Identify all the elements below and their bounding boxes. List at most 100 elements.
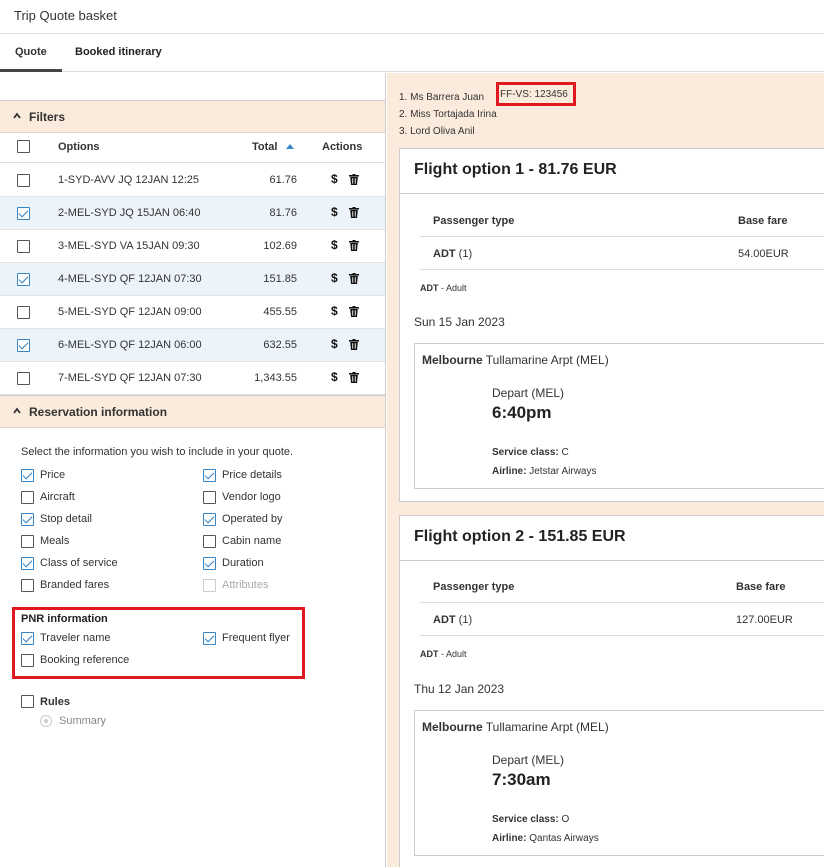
booking-reference-label: Booking reference: [40, 654, 130, 666]
column-total[interactable]: Total: [252, 141, 277, 153]
option-label: Duration: [222, 557, 264, 569]
option-name: 7-MEL-SYD QF 12JAN 07:30: [58, 372, 202, 384]
traveler-list: 1. Ms Barrera Juan 2. Miss Tortajada Iri…: [399, 89, 497, 140]
traveler-name-label: Traveler name: [40, 632, 111, 644]
flight-segment: Melbourne Tullamarine Arpt (MEL) Depart …: [414, 343, 824, 489]
option-name: 3-MEL-SYD VA 15JAN 09:30: [58, 240, 200, 252]
option-label: Cabin name: [222, 535, 282, 547]
option-name: 5-MEL-SYD QF 12JAN 09:00: [58, 306, 202, 318]
option-checkbox[interactable]: [21, 513, 34, 526]
option-checkbox[interactable]: [21, 491, 34, 504]
trash-icon[interactable]: [349, 273, 359, 284]
option-label: Vendor logo: [222, 491, 281, 503]
trash-icon[interactable]: [349, 306, 359, 317]
option-name: 2-MEL-SYD JQ 15JAN 06:40: [58, 207, 201, 219]
select-all-checkbox[interactable]: [17, 140, 30, 153]
option-checkbox[interactable]: [17, 174, 30, 187]
reservation-info-header[interactable]: Reservation information: [0, 395, 385, 428]
option-name: 6-MEL-SYD QF 12JAN 06:00: [58, 339, 202, 351]
origin-airport: Melbourne Tullamarine Arpt (MEL): [422, 353, 609, 367]
option-total: 81.76: [269, 207, 297, 219]
rules-label: Rules: [40, 696, 70, 708]
dollar-icon[interactable]: $: [331, 304, 338, 318]
summary-radio[interactable]: [40, 715, 52, 727]
options-table-header: Options Total Actions: [0, 133, 385, 163]
dollar-icon[interactable]: $: [331, 271, 338, 285]
option-label: Class of service: [40, 557, 118, 569]
traveler-name-checkbox[interactable]: [21, 632, 34, 645]
frequent-flyer-checkbox[interactable]: [203, 632, 216, 645]
dollar-icon[interactable]: $: [331, 238, 338, 252]
traveler-1: 1. Ms Barrera Juan: [399, 92, 485, 103]
option-label: Operated by: [222, 513, 283, 525]
option-name: 1-SYD-AVV JQ 12JAN 12:25: [58, 174, 200, 186]
flight-option-card: Flight option 2 - 151.85 EUR Passenger t…: [399, 515, 824, 867]
column-options[interactable]: Options: [58, 141, 100, 153]
dollar-icon[interactable]: $: [331, 337, 338, 351]
trash-icon[interactable]: [349, 240, 359, 251]
depart-label: Depart (MEL): [492, 386, 565, 400]
dollar-icon[interactable]: $: [331, 172, 338, 186]
passenger-type-note: ADT - Adult: [420, 283, 467, 293]
base-fare-value: 54.00EUR: [738, 248, 789, 260]
dollar-icon[interactable]: $: [331, 370, 338, 384]
option-checkbox[interactable]: [203, 469, 216, 482]
flight-date: Sun 15 Jan 2023: [414, 315, 505, 329]
option-checkbox[interactable]: [17, 372, 30, 385]
option-checkbox[interactable]: [21, 535, 34, 548]
option-row[interactable]: 2-MEL-SYD JQ 15JAN 06:40 81.76 $: [0, 197, 385, 230]
option-label: Stop detail: [40, 513, 92, 525]
th-base-fare: Base fare: [736, 581, 786, 593]
chevron-up-icon: [13, 112, 21, 119]
option-checkbox[interactable]: [21, 579, 34, 592]
tab-quote[interactable]: Quote: [15, 46, 47, 58]
traveler-3: 3. Lord Oliva Anil: [399, 126, 475, 137]
filters-header[interactable]: Filters: [0, 100, 385, 133]
option-checkbox[interactable]: [17, 273, 30, 286]
rules-checkbox[interactable]: [21, 695, 34, 708]
th-passenger-type: Passenger type: [433, 215, 515, 227]
trash-icon[interactable]: [349, 339, 359, 350]
depart-time: 7:30am: [492, 770, 551, 789]
reservation-info-title: Reservation information: [29, 405, 168, 419]
passenger-type-value: ADT (1): [433, 248, 473, 260]
option-checkbox[interactable]: [21, 557, 34, 570]
tab-booked-itinerary[interactable]: Booked itinerary: [75, 46, 162, 58]
option-row[interactable]: 3-MEL-SYD VA 15JAN 09:30 102.69 $: [0, 230, 385, 263]
option-total: 102.69: [263, 240, 297, 252]
title-bar: Trip Quote basket: [0, 0, 824, 34]
chevron-up-icon: [13, 407, 21, 414]
option-label: Price details: [222, 469, 282, 481]
option-checkbox[interactable]: [17, 207, 30, 220]
option-checkbox[interactable]: [17, 306, 30, 319]
flight-option-title: Flight option 1 - 81.76 EUR: [414, 161, 617, 178]
th-passenger-type: Passenger type: [433, 581, 515, 593]
option-label: Price: [40, 469, 66, 481]
option-total: 61.76: [269, 174, 297, 186]
option-row[interactable]: 7-MEL-SYD QF 12JAN 07:30 1,343.55 $: [0, 362, 385, 395]
option-checkbox[interactable]: [21, 469, 34, 482]
trash-icon[interactable]: [349, 372, 359, 383]
tab-bar: Quote Booked itinerary: [0, 34, 824, 72]
option-checkbox[interactable]: [203, 535, 216, 548]
option-name: 4-MEL-SYD QF 12JAN 07:30: [58, 273, 202, 285]
booking-reference-checkbox[interactable]: [21, 654, 34, 667]
airline: Airline: Jetstar Airways: [492, 466, 597, 477]
dollar-icon[interactable]: $: [331, 205, 338, 219]
sort-ascending-icon[interactable]: [286, 143, 294, 149]
option-checkbox[interactable]: [203, 557, 216, 570]
option-total: 151.85: [263, 273, 297, 285]
option-row[interactable]: 5-MEL-SYD QF 12JAN 09:00 455.55 $: [0, 296, 385, 329]
trash-icon[interactable]: [349, 207, 359, 218]
option-checkbox[interactable]: [17, 240, 30, 253]
option-row[interactable]: 6-MEL-SYD QF 12JAN 06:00 632.55 $: [0, 329, 385, 362]
option-row[interactable]: 1-SYD-AVV JQ 12JAN 12:25 61.76 $: [0, 164, 385, 197]
option-checkbox[interactable]: [203, 513, 216, 526]
trash-icon[interactable]: [349, 174, 359, 185]
option-checkbox[interactable]: [203, 491, 216, 504]
option-row[interactable]: 4-MEL-SYD QF 12JAN 07:30 151.85 $: [0, 263, 385, 296]
option-checkbox[interactable]: [17, 339, 30, 352]
option-label: Meals: [40, 535, 70, 547]
flight-segment: Melbourne Tullamarine Arpt (MEL) Depart …: [414, 710, 824, 856]
traveler-2: 2. Miss Tortajada Irina: [399, 109, 497, 120]
